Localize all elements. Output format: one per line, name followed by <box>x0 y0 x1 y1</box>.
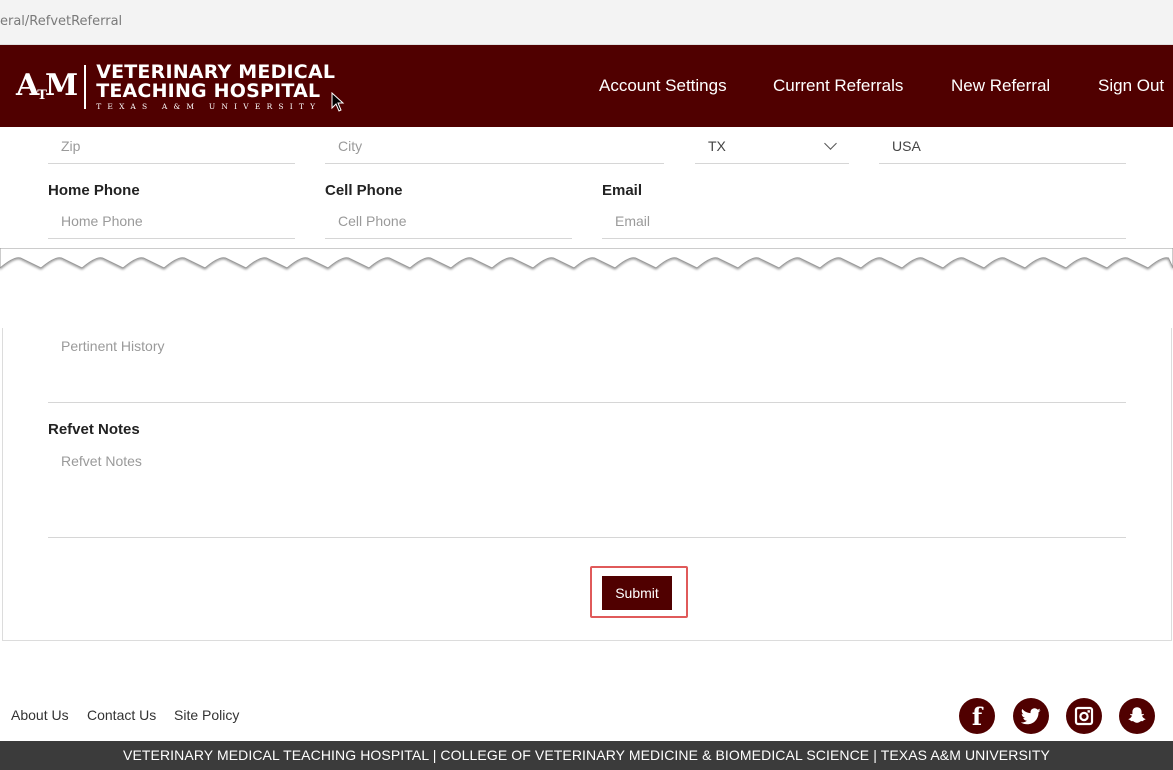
state-select[interactable]: TX <box>695 126 849 164</box>
refvet-notes-placeholder: Refvet Notes <box>61 453 142 469</box>
home-phone-label: Home Phone <box>48 182 140 199</box>
submit-highlight: Submit <box>590 566 688 618</box>
logo-title-line2: TEACHING HOSPITAL <box>96 80 321 103</box>
refvet-notes-label: Refvet Notes <box>48 421 140 438</box>
nav-current-referrals[interactable]: Current Referrals <box>773 76 903 96</box>
logo-title-line3: TEXAS A&M UNIVERSITY <box>96 102 322 112</box>
nav-sign-out[interactable]: Sign Out <box>1098 76 1164 96</box>
home-phone-placeholder: Home Phone <box>61 213 143 229</box>
cell-phone-placeholder: Cell Phone <box>338 213 407 229</box>
submit-button[interactable]: Submit <box>602 576 672 610</box>
url-text: eral/RefvetReferral <box>0 14 123 29</box>
footer-bottom-text: VETERINARY MEDICAL TEACHING HOSPITAL | C… <box>123 747 1050 763</box>
footer-bottom-bar: VETERINARY MEDICAL TEACHING HOSPITAL | C… <box>0 741 1173 770</box>
logo-divider <box>84 65 87 109</box>
footer-contact-us[interactable]: Contact Us <box>87 707 156 723</box>
city-field[interactable]: City <box>325 126 664 164</box>
hospital-logo[interactable]: ATM VETERINARY MEDICAL TEACHING HOSPITAL… <box>16 63 335 111</box>
footer-site-policy[interactable]: Site Policy <box>174 707 239 723</box>
torn-edge-divider <box>0 248 1173 269</box>
zip-field[interactable]: Zip <box>48 126 295 164</box>
instagram-icon[interactable] <box>1066 698 1102 734</box>
zip-placeholder: Zip <box>61 138 81 154</box>
pertinent-history-placeholder: Pertinent History <box>61 338 165 354</box>
footer-about-us[interactable]: About Us <box>11 707 69 723</box>
home-phone-field[interactable]: Home Phone <box>48 201 295 239</box>
address-bar[interactable]: eral/RefvetReferral <box>0 0 1173 45</box>
atm-logo-mark: ATM <box>16 67 78 103</box>
pertinent-history-field[interactable]: Pertinent History <box>48 326 1126 403</box>
city-placeholder: City <box>338 138 363 154</box>
nav-account-settings[interactable]: Account Settings <box>599 76 727 96</box>
chevron-down-icon <box>824 137 837 150</box>
country-field[interactable]: USA <box>879 126 1126 164</box>
facebook-icon[interactable]: f <box>959 698 995 734</box>
email-placeholder: Email <box>615 213 651 229</box>
country-value: USA <box>892 138 921 154</box>
refvet-notes-field[interactable]: Refvet Notes <box>48 441 1126 538</box>
snapchat-icon[interactable] <box>1119 698 1155 734</box>
cell-phone-label: Cell Phone <box>325 182 403 199</box>
nav-new-referral[interactable]: New Referral <box>951 76 1050 96</box>
email-label: Email <box>602 182 643 199</box>
mouse-cursor-icon <box>331 92 345 112</box>
cell-phone-field[interactable]: Cell Phone <box>325 201 572 239</box>
twitter-icon[interactable] <box>1013 698 1049 734</box>
state-value: TX <box>708 138 726 154</box>
email-field[interactable]: Email <box>602 201 1126 239</box>
